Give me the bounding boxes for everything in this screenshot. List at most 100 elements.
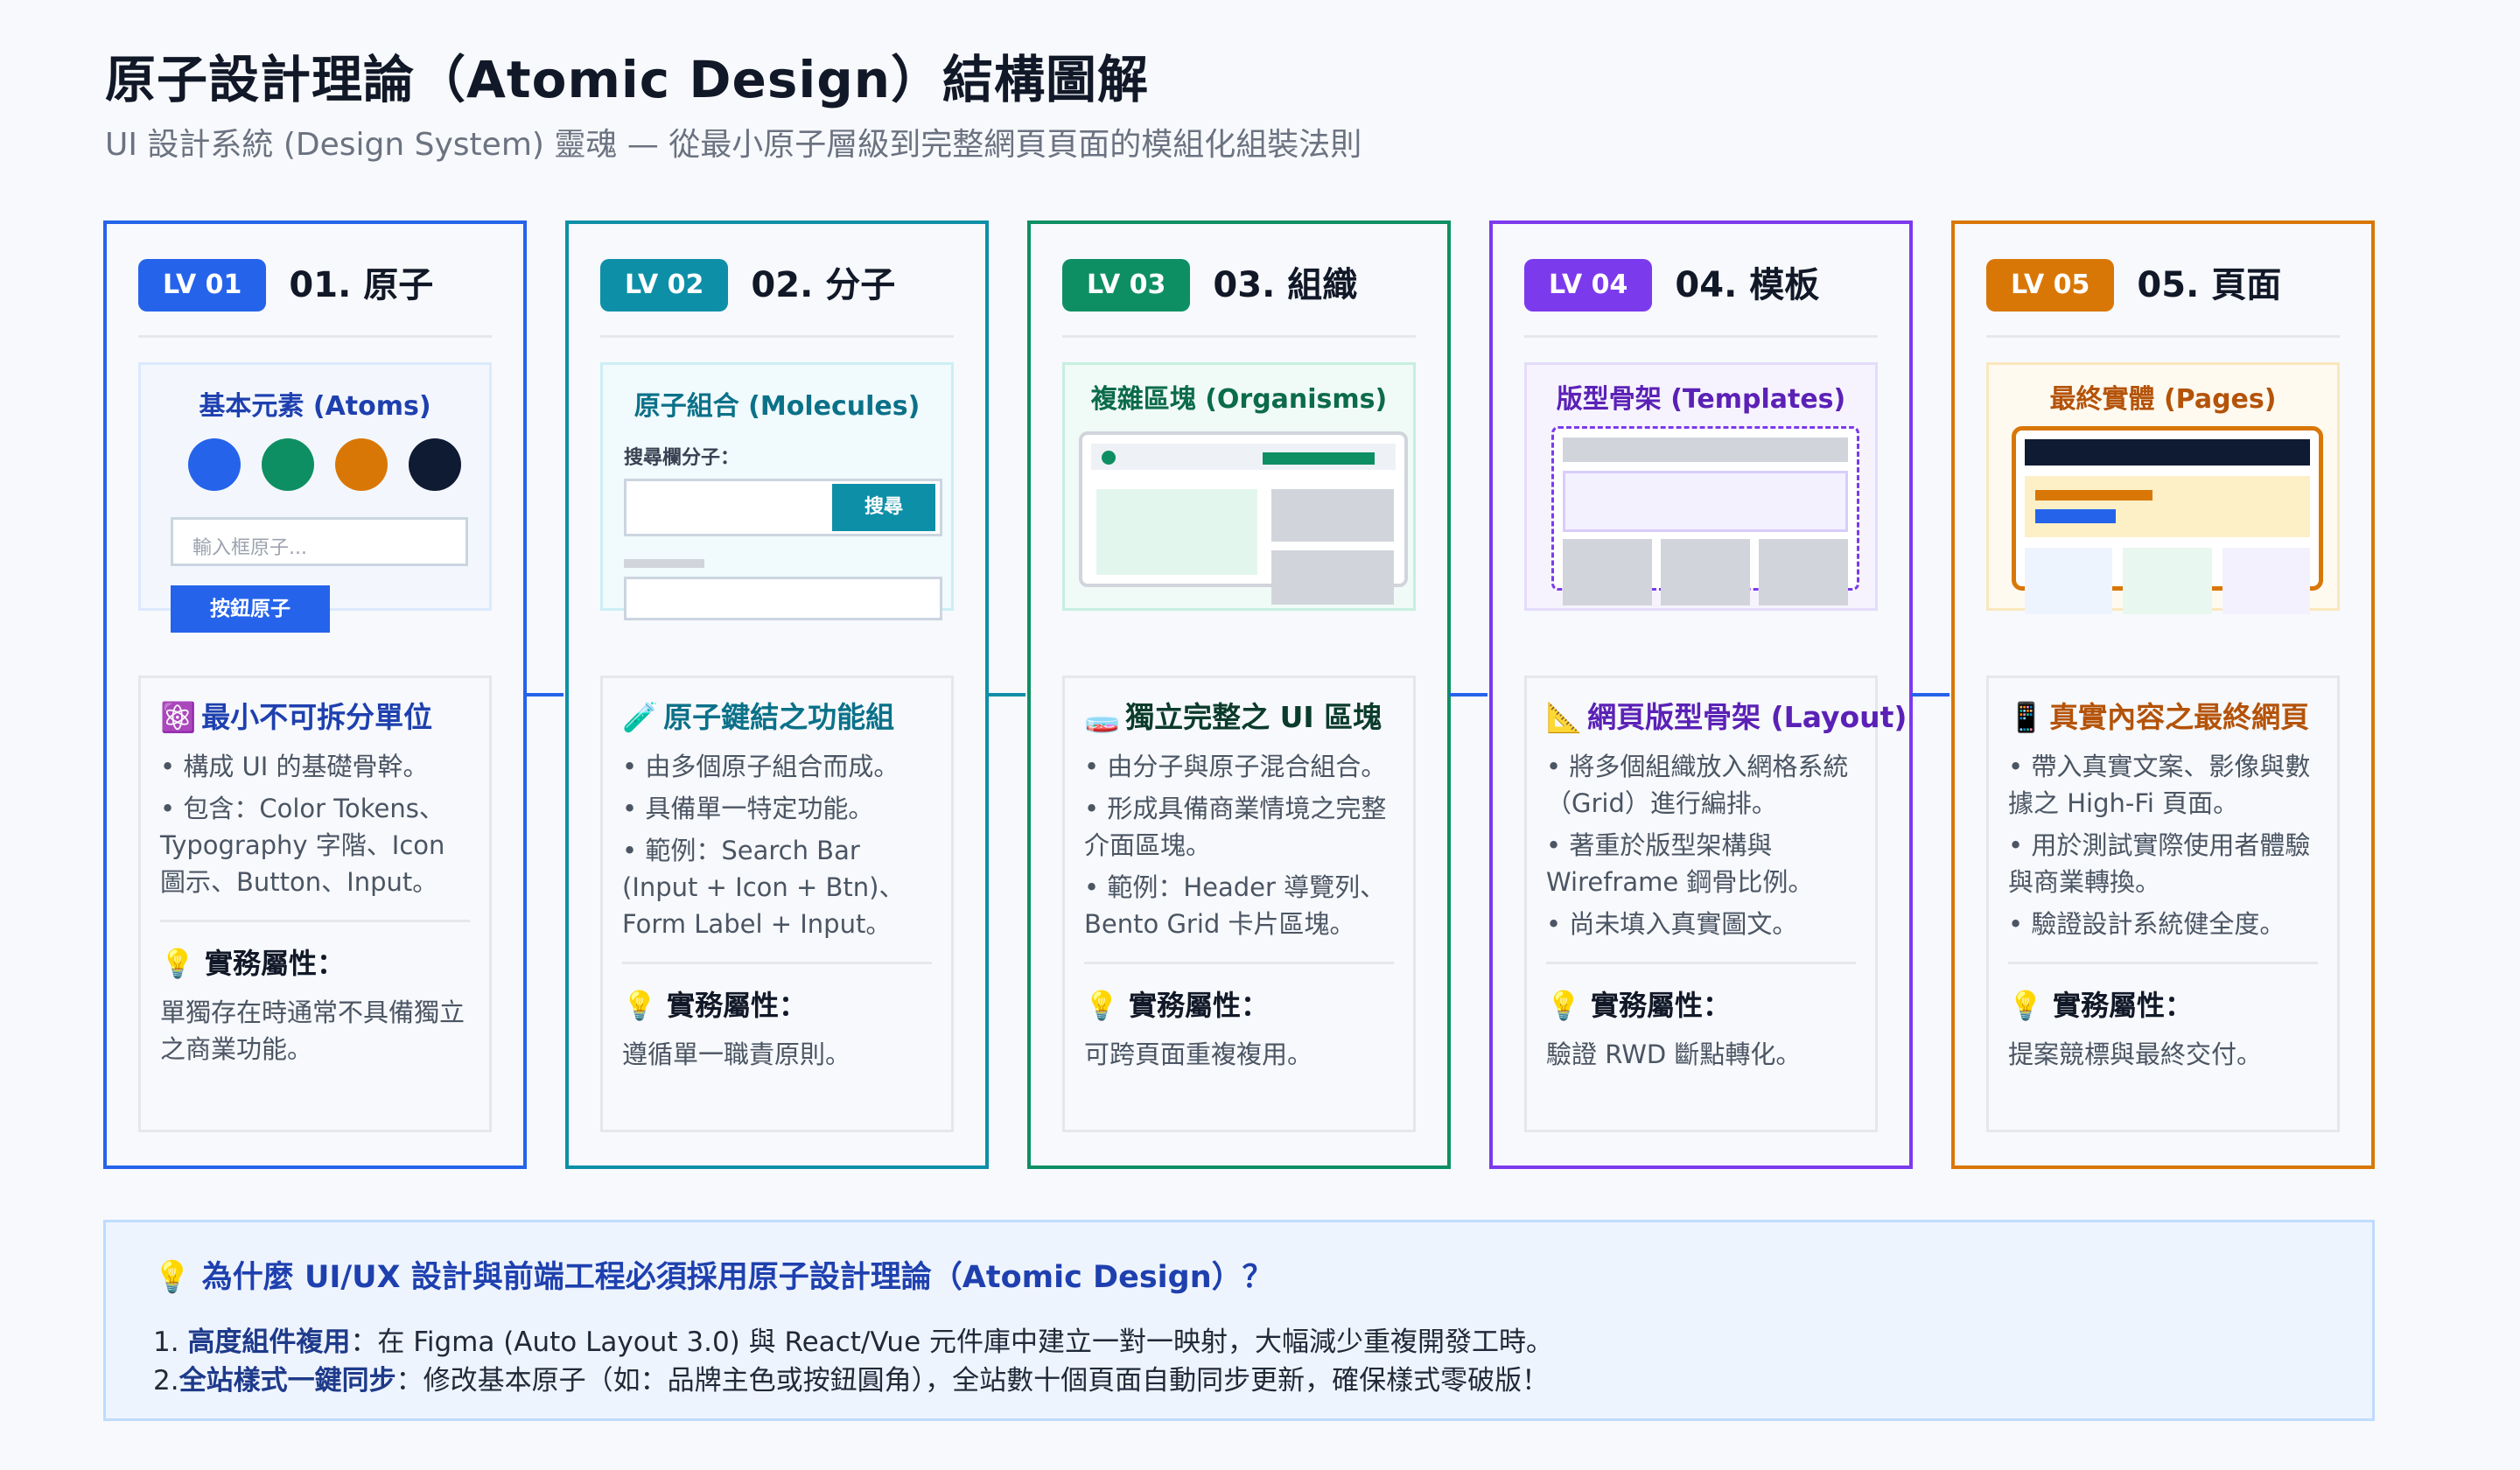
page-header [2025, 439, 2310, 466]
hero-placeholder [1563, 471, 1848, 532]
grid-placeholder [1759, 539, 1848, 606]
organism-frame [1079, 431, 1408, 605]
property-text: 驗證 RWD 斷點轉化。 [1546, 1040, 1802, 1069]
label-placeholder [624, 559, 704, 568]
footer-point-keyword: 全站樣式一鍵同步 [178, 1365, 396, 1396]
level-title: 01. 原子 [289, 265, 434, 305]
property-label: 💡 實務屬性： [160, 947, 345, 980]
grid-placeholder [1661, 539, 1750, 606]
bullet-item: • 用於測試實際使用者體驗與商業轉換。 [2008, 830, 2311, 897]
level-info: 📱 真實內容之最終網頁 • 帶入真實文案、影像與數據之 High-Fi 頁面。 •… [1986, 676, 2340, 1132]
organisms-preview: 複雜區塊 (Organisms) [1062, 362, 1416, 611]
level-title: 02. 分子 [751, 265, 896, 305]
color-token-navy [409, 438, 461, 491]
input-placeholder [624, 577, 942, 620]
level-info: ⚛️ 最小不可拆分單位 • 構成 UI 的基礎骨幹。 • 包含：Color Tok… [138, 676, 492, 1132]
property-label: 💡 實務屬性： [1546, 989, 1731, 1022]
info-title-text: 真實內容之最終網頁 [2049, 700, 2310, 734]
bullet-item: • 包含：Color Tokens、Typography 字階、Icon 圖示、… [160, 794, 445, 897]
content-card [2025, 548, 2112, 614]
property-label: 💡 實務屬性： [1084, 989, 1269, 1022]
connector-line [1911, 693, 1950, 696]
property-text: 提案競標與最終交付。 [2008, 1040, 2263, 1069]
bullet-item: • 形成具備商業情境之完整介面區塊。 [1084, 794, 1387, 860]
content-panel [1096, 489, 1257, 575]
bullet-item: • 範例：Search Bar (Input + Icon + Btn)、For… [622, 836, 905, 939]
preview-title: 基本元素 (Atoms) [199, 391, 431, 422]
level-info: 📐 網頁版型骨架 (Layout) • 將多個組織放入網格系統（Grid）進行編排… [1524, 676, 1907, 1132]
footer-point-2: 2.全站樣式一鍵同步：修改基本原子（如：品牌主色或按鈕圓角），全站數十個頁面自動… [153, 1362, 2325, 1400]
level-badge: LV 03 [1062, 259, 1191, 312]
bullet-item: • 著重於版型架構與 Wireframe 鋼骨比例。 [1546, 830, 1814, 897]
hero-section [2025, 476, 2310, 537]
level-card-atoms: LV 01 01. 原子 基本元素 (Atoms) 輸入框原子... 按鈕原子 … [103, 220, 527, 1169]
molecules-preview: 原子組合 (Molecules) 搜尋欄分子： 搜尋 [600, 362, 954, 620]
color-token-green [262, 438, 314, 491]
preview-title: 複雜區塊 (Organisms) [1090, 384, 1388, 415]
info-title: 🧫 獨立完整之 UI 區塊 [1084, 694, 1394, 736]
info-title: 🧪 原子鍵結之功能組 [622, 694, 932, 736]
bullet-item: • 構成 UI 的基礎骨幹。 [160, 752, 429, 781]
divider [1084, 962, 1394, 964]
input-atom: 輸入框原子... [171, 517, 468, 566]
color-token-blue [188, 438, 241, 491]
footer-point-number: 1. [153, 1326, 188, 1358]
preview-title: 版型骨架 (Templates) [1556, 384, 1846, 415]
pages-preview: 最終實體 (Pages) [1986, 362, 2340, 614]
color-token-orange [335, 438, 388, 491]
bullet-item: • 範例：Header 導覽列、Bento Grid 卡片區塊。 [1084, 872, 1386, 939]
property-text: 可跨頁面重複複用。 [1084, 1040, 1313, 1069]
page-title: 原子設計理論（Atomic Design）結構圖解 [105, 50, 1150, 109]
status-dot [1102, 451, 1116, 465]
level-header: LV 03 03. 組織 [1062, 259, 1416, 338]
level-title: 05. 頁面 [2137, 265, 2282, 305]
footer-point-number: 2. [153, 1365, 179, 1396]
divider [160, 920, 470, 922]
test-tube-icon: 🧪 [622, 700, 659, 734]
button-atom: 按鈕原子 [171, 585, 330, 633]
level-badge: LV 02 [600, 259, 729, 312]
info-title: 📱 真實內容之最終網頁 [2008, 694, 2318, 736]
level-header: LV 04 04. 模板 [1524, 259, 1878, 338]
level-header: LV 01 01. 原子 [138, 259, 492, 338]
page-subtitle: UI 設計系統 (Design System) 靈魂 — 從最小原子層級到完整網… [105, 127, 1362, 163]
templates-preview: 版型骨架 (Templates) [1524, 362, 1878, 611]
property-text: 遵循單一職責原則。 [622, 1040, 851, 1069]
level-info: 🧪 原子鍵結之功能組 • 由多個原子組合而成。 • 具備單一特定功能。 • 範例：… [600, 676, 954, 1132]
mobile-phone-icon: 📱 [2008, 700, 2045, 734]
divider [2008, 962, 2318, 964]
level-card-molecules: LV 02 02. 分子 原子組合 (Molecules) 搜尋欄分子： 搜尋 … [565, 220, 989, 1169]
page-frame [2012, 426, 2323, 614]
nav-bar [1263, 452, 1375, 465]
level-info: 🧫 獨立完整之 UI 區塊 • 由分子與原子混合組合。 • 形成具備商業情境之完整… [1062, 676, 1416, 1132]
bullet-item: • 具備單一特定功能。 [622, 794, 874, 823]
level-header: LV 02 02. 分子 [600, 259, 954, 338]
hero-button-bar [2035, 509, 2116, 523]
level-card-pages: LV 05 05. 頁面 最終實體 (Pages) 📱 真實內容之最終網頁 • 帶… [1951, 220, 2375, 1169]
grid-placeholder [1563, 539, 1652, 606]
bullet-item: • 將多個組織放入網格系統（Grid）進行編排。 [1546, 752, 1849, 818]
footer-point-text: ：在 Figma (Auto Layout 3.0) 與 React/Vue 元… [350, 1326, 1554, 1358]
level-badge: LV 04 [1524, 259, 1653, 312]
level-title: 04. 模板 [1675, 265, 1820, 305]
search-button: 搜尋 [832, 484, 935, 531]
bullet-item: • 尚未填入真實圖文。 [1546, 909, 1798, 939]
content-card [2222, 548, 2310, 614]
level-card-templates: LV 04 04. 模板 版型骨架 (Templates) 📐 網頁版型骨架 (L… [1489, 220, 1913, 1169]
preview-title: 最終實體 (Pages) [2049, 384, 2277, 415]
ruler-icon: 📐 [1546, 700, 1583, 734]
atoms-preview: 基本元素 (Atoms) 輸入框原子... 按鈕原子 [138, 362, 492, 633]
divider [1546, 962, 1856, 964]
info-title-text: 原子鍵結之功能組 [663, 700, 895, 734]
divider [622, 962, 932, 964]
connector-line [1449, 693, 1488, 696]
footer-title: 💡 為什麼 UI/UX 設計與前端工程必須採用原子設計理論（Atomic Des… [153, 1260, 1273, 1295]
info-title-text: 最小不可拆分單位 [201, 700, 433, 734]
level-title: 03. 組織 [1213, 265, 1358, 305]
info-title: 📐 網頁版型骨架 (Layout) [1546, 694, 1907, 736]
footer-point-keyword: 高度組件複用 [187, 1326, 351, 1358]
property-text: 單獨存在時通常不具備獨立之商業功能。 [160, 998, 466, 1064]
footer-point-1: 1. 高度組件複用：在 Figma (Auto Layout 3.0) 與 Re… [153, 1323, 2325, 1362]
footer-point-text: ：修改基本原子（如：品牌主色或按鈕圓角），全站數十個頁面自動同步更新，確保樣式零… [396, 1365, 1550, 1396]
content-block [1271, 550, 1394, 605]
